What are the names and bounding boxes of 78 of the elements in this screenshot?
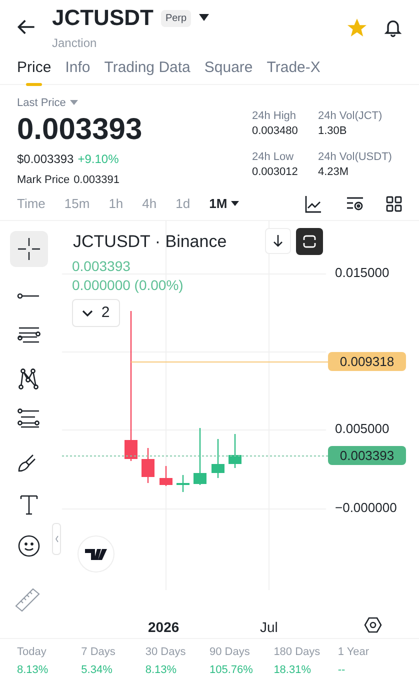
scroll-to-latest-button[interactable] <box>265 228 291 254</box>
fullscreen-button[interactable] <box>296 228 323 255</box>
period-label: Today <box>17 645 48 660</box>
period-label: 180 Days <box>274 645 322 660</box>
price-axis-label: −0.000000 <box>335 499 397 517</box>
tradingview-logo-icon[interactable] <box>77 535 115 573</box>
period-change: 18.31% <box>274 663 312 678</box>
period-label: 30 Days <box>145 645 187 660</box>
indicator-settings-icon[interactable] <box>346 195 364 213</box>
high-price-tag: 0.009318 <box>328 352 406 371</box>
usd-price: $0.003393 <box>17 150 74 168</box>
tab[interactable]: Trade-X <box>266 52 320 84</box>
tab[interactable]: Trading Data <box>104 52 190 84</box>
stat-label: 24h Vol(USDT) <box>318 150 393 165</box>
ruler-icon[interactable] <box>15 588 41 612</box>
arrow-down-icon <box>273 235 283 247</box>
candle <box>228 434 242 468</box>
tab[interactable]: Price <box>17 52 52 84</box>
grid-icon[interactable] <box>386 196 402 212</box>
collapse-toolbar-handle[interactable] <box>52 523 61 555</box>
fullscreen-icon <box>303 235 316 248</box>
last-price-label: Last Price <box>17 96 66 111</box>
legend-change: 0.000000 (0.00%) <box>72 276 184 294</box>
candle <box>194 428 206 485</box>
interval-tab[interactable]: 1M <box>209 194 240 214</box>
subtitle: Janction <box>52 35 98 52</box>
stat-value: 0.003480 <box>252 124 299 139</box>
indicator-count: 2 <box>101 302 110 323</box>
smiley-icon[interactable] <box>17 534 41 558</box>
perp-tag: Perp <box>161 10 191 26</box>
caret-icon[interactable] <box>198 14 209 22</box>
period-change: 8.13% <box>17 663 50 678</box>
indicators-toggle[interactable]: 2 <box>72 299 120 327</box>
symbol-title: JCTUSDT <box>52 4 154 32</box>
bell-icon[interactable] <box>383 18 403 38</box>
mark-price: 0.003391 <box>74 172 120 188</box>
period-change: 5.34% <box>81 663 114 678</box>
star-icon[interactable] <box>347 18 367 38</box>
time-axis-label: Jul <box>260 618 278 637</box>
legend-price: 0.003393 <box>72 257 130 275</box>
period-label: 7 Days <box>81 645 116 660</box>
stat-value: 1.30B <box>318 124 348 139</box>
price-axis-label: 0.015000 <box>335 264 390 282</box>
interval-tab[interactable]: 4h <box>142 194 157 214</box>
candle <box>176 475 190 492</box>
stat-label: 24h Vol(JCT) <box>318 109 384 124</box>
candle <box>212 439 224 478</box>
settings-icon[interactable] <box>364 616 382 634</box>
last-price: 0.003393 <box>17 112 144 148</box>
chart-title: JCTUSDT · Binance <box>73 231 227 253</box>
last-price-tag: 0.003393 <box>328 446 406 465</box>
period-label: 1 Year <box>338 645 370 660</box>
line-chart-icon[interactable] <box>304 195 322 213</box>
interval-tab[interactable]: 1d <box>176 194 190 214</box>
period-change: 105.76% <box>210 663 254 678</box>
interval-tab[interactable]: 1h <box>108 194 124 214</box>
candle <box>160 466 172 486</box>
price-axis-label: 0.005000 <box>335 420 390 438</box>
chevron-down-icon <box>82 310 94 316</box>
period-label: 90 Days <box>210 645 251 660</box>
mark-price-label: Mark Price <box>17 172 70 188</box>
interval-tab[interactable]: 15m <box>64 194 90 214</box>
stat-value: 0.003012 <box>252 165 299 180</box>
price-change: +9.10% <box>78 150 119 168</box>
crosshair-tool[interactable] <box>10 231 48 267</box>
period-change: 8.13% <box>145 663 178 678</box>
period-change: -- <box>338 663 346 678</box>
crosshair-icon <box>18 238 40 260</box>
stat-label: 24h High <box>252 109 298 124</box>
candle <box>142 448 154 483</box>
stat-value: 4.23M <box>318 165 350 180</box>
tab[interactable]: Square <box>204 52 253 84</box>
interval-tab[interactable]: Time <box>17 194 46 214</box>
caret-icon[interactable] <box>231 201 240 207</box>
time-axis-label: 2026 <box>148 618 180 637</box>
stat-label: 24h Low <box>252 150 295 165</box>
pattern-icon[interactable] <box>17 367 41 391</box>
tab[interactable]: Info <box>65 52 90 84</box>
